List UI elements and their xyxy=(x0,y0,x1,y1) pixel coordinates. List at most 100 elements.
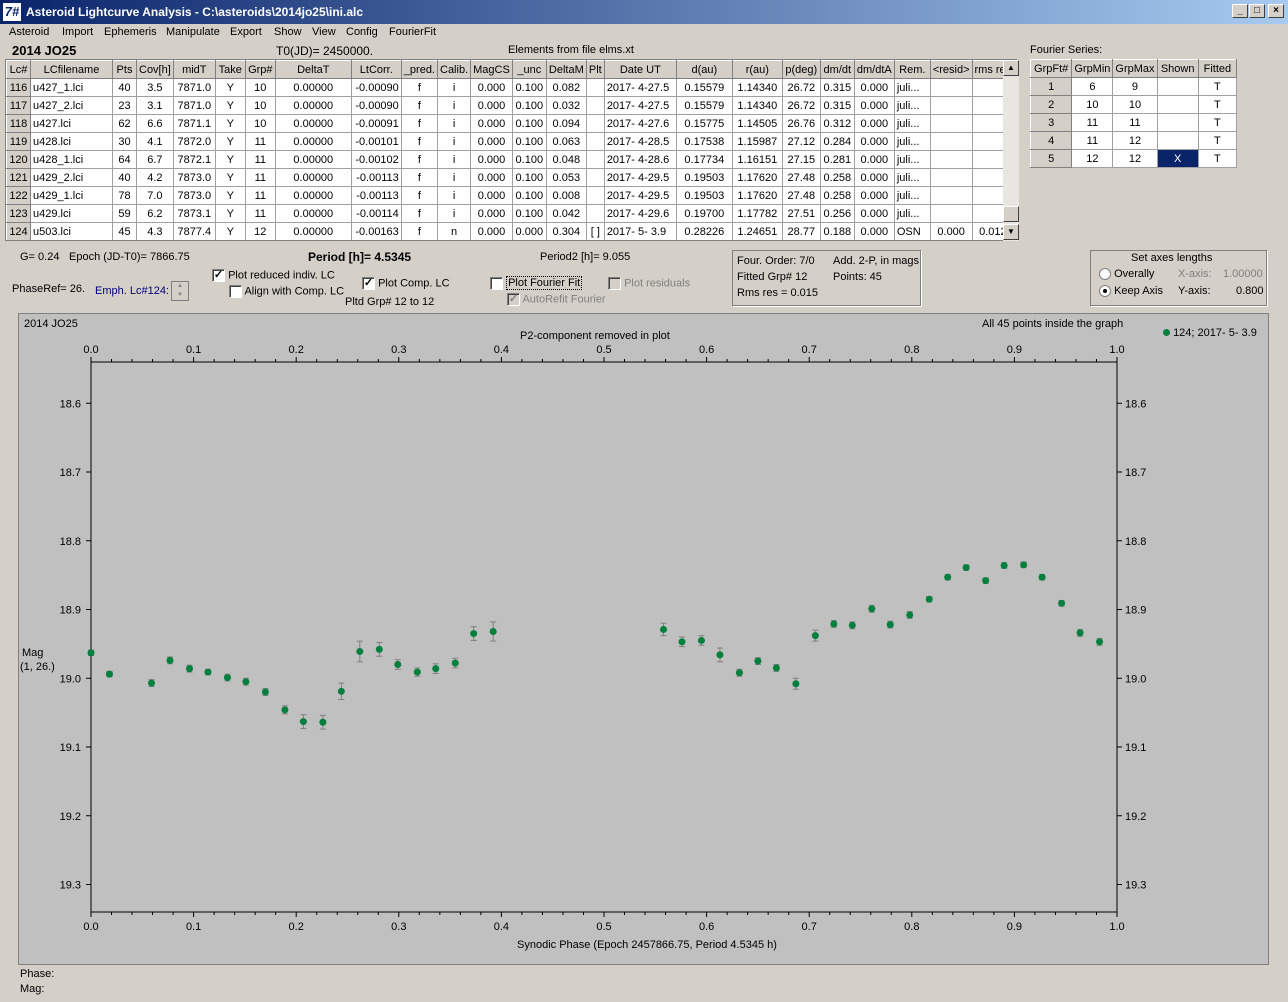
checkbox-checked-icon[interactable]: ✓ xyxy=(212,269,225,282)
radio-selected-icon[interactable] xyxy=(1099,285,1111,298)
y-axis-value[interactable]: 0.800 xyxy=(1236,285,1264,297)
table-cell[interactable]: 7.0 xyxy=(136,186,174,205)
fourier-cell[interactable]: 9 xyxy=(1112,77,1158,96)
table-cell[interactable]: -0.00090 xyxy=(350,78,402,97)
table-cell[interactable]: juli... xyxy=(893,204,931,223)
fourier-cell[interactable]: 11 xyxy=(1112,113,1158,132)
table-cell[interactable]: f xyxy=(400,96,439,115)
table-cell[interactable]: u427_1.lci xyxy=(30,78,113,97)
overally-radio[interactable]: Overally xyxy=(1099,268,1154,281)
table-cell[interactable]: 3.5 xyxy=(136,78,174,97)
scroll-up-button[interactable]: ▲ xyxy=(1003,60,1019,76)
close-button[interactable]: × xyxy=(1268,4,1284,18)
table-cell[interactable]: 0.00000 xyxy=(274,186,352,205)
table-cell[interactable] xyxy=(929,168,973,187)
table-cell[interactable]: 0.100 xyxy=(511,186,547,205)
table-cell[interactable]: Y xyxy=(214,222,246,240)
table-cell[interactable]: f xyxy=(400,222,439,240)
table-cell[interactable]: -0.00090 xyxy=(350,96,402,115)
table-cell[interactable]: 2017- 5- 3.9 xyxy=(603,222,677,240)
fourier-column-header[interactable]: GrpMax xyxy=(1112,59,1158,78)
table-cell[interactable]: 7877.4 xyxy=(172,222,216,240)
table-cell[interactable]: u503.lci xyxy=(30,222,113,240)
menu-export[interactable]: Export xyxy=(230,26,262,38)
table-cell[interactable]: 1.17620 xyxy=(731,186,783,205)
plot-canvas[interactable]: 0.0 0.0 0.1 0.1 0.2 0.2 0.3 0.3 0.4 0.4 0.5 0.5 0.6 0… xyxy=(19,314,1268,964)
table-cell[interactable]: 1.16151 xyxy=(731,150,783,169)
table-cell[interactable]: -0.00101 xyxy=(350,132,402,151)
table-cell[interactable]: juli... xyxy=(893,132,931,151)
checkbox-icon[interactable] xyxy=(490,277,503,290)
table-cell[interactable]: 0.00000 xyxy=(274,222,352,240)
table-cell[interactable]: 2017- 4-29.5 xyxy=(603,186,677,205)
table-cell[interactable] xyxy=(585,186,605,205)
table-cell[interactable] xyxy=(929,150,973,169)
fourier-row[interactable]: 169 T xyxy=(1029,77,1238,96)
table-cell[interactable]: 0.19700 xyxy=(675,204,733,223)
lightcurve-plot[interactable]: 0.0 0.0 0.1 0.1 0.2 0.2 0.3 0.3 0.4 0.4 0.5 0.5 0.6 0… xyxy=(18,313,1269,965)
table-cell[interactable]: Y xyxy=(214,186,246,205)
table-row[interactable]: 124 u503.lci 45 4.3 7877.4 Y 12 0.00000 -0.00163… xyxy=(6,222,1015,240)
column-header[interactable]: p(deg) xyxy=(781,60,821,79)
table-cell[interactable] xyxy=(585,78,605,97)
table-cell[interactable]: 6.7 xyxy=(136,150,174,169)
menu-ephemeris[interactable]: Ephemeris xyxy=(104,26,157,38)
column-header[interactable]: _unc xyxy=(511,60,547,79)
table-cell[interactable]: 11 xyxy=(244,168,276,187)
table-cell[interactable]: i xyxy=(436,78,472,97)
table-cell[interactable]: 0.258 xyxy=(819,168,855,187)
table-cell[interactable]: 10 xyxy=(244,78,276,97)
table-cell[interactable]: OSN xyxy=(893,222,931,240)
table-cell[interactable]: 0.000 xyxy=(853,186,895,205)
table-cell[interactable]: 0.000 xyxy=(853,96,895,115)
table-cell[interactable]: i xyxy=(436,186,472,205)
table-cell[interactable]: 0.00000 xyxy=(274,132,352,151)
table-cell[interactable]: 1.17782 xyxy=(731,204,783,223)
menu-config[interactable]: Config xyxy=(346,26,378,38)
table-cell[interactable]: n xyxy=(436,222,472,240)
fourier-cell[interactable]: X xyxy=(1156,149,1199,168)
table-cell[interactable]: 0.15579 xyxy=(675,96,733,115)
table-cell[interactable]: 23 xyxy=(112,96,137,115)
table-cell[interactable]: juli... xyxy=(893,114,931,133)
table-cell[interactable]: 0.000 xyxy=(470,78,513,97)
row-header[interactable]: 120 xyxy=(6,150,31,169)
table-cell[interactable]: -0.00114 xyxy=(350,204,402,223)
minimize-button[interactable]: _ xyxy=(1232,4,1248,18)
table-cell[interactable]: 7871.1 xyxy=(172,114,216,133)
table-cell[interactable]: 1.17620 xyxy=(731,168,783,187)
table-cell[interactable]: 7872.0 xyxy=(172,132,216,151)
table-cell[interactable]: 0.100 xyxy=(511,204,547,223)
table-cell[interactable]: 11 xyxy=(244,150,276,169)
column-header[interactable]: Date UT xyxy=(603,60,677,79)
table-cell[interactable]: juli... xyxy=(893,150,931,169)
table-cell[interactable]: -0.00091 xyxy=(350,114,402,133)
column-header[interactable]: dm/dtA xyxy=(853,60,895,79)
table-cell[interactable] xyxy=(585,132,605,151)
menu-fourierfit[interactable]: FourierFit xyxy=(389,26,436,38)
table-scrollbar[interactable]: ▲ ▼ xyxy=(1003,60,1019,241)
table-cell[interactable]: 0.00000 xyxy=(274,204,352,223)
table-cell[interactable]: 0.281 xyxy=(819,150,855,169)
column-header[interactable]: LtCorr. xyxy=(350,60,402,79)
table-cell[interactable]: i xyxy=(436,96,472,115)
table-cell[interactable]: 40 xyxy=(112,168,137,187)
table-cell[interactable] xyxy=(585,96,605,115)
table-cell[interactable]: 0.094 xyxy=(545,114,587,133)
table-cell[interactable]: 10 xyxy=(244,96,276,115)
menu-view[interactable]: View xyxy=(312,26,336,38)
fourier-row-header[interactable]: 2 xyxy=(1029,95,1073,114)
table-cell[interactable] xyxy=(929,132,973,151)
table-cell[interactable]: i xyxy=(436,204,472,223)
table-cell[interactable]: 40 xyxy=(112,78,137,97)
table-cell[interactable]: 0.000 xyxy=(470,204,513,223)
table-row[interactable]: 118 u427.lci 62 6.6 7871.1 Y 10 0.00000 -0.00091… xyxy=(6,114,1015,133)
table-cell[interactable]: juli... xyxy=(893,168,931,187)
table-cell[interactable]: 0.042 xyxy=(545,204,587,223)
table-cell[interactable]: f xyxy=(400,114,439,133)
table-cell[interactable]: f xyxy=(400,168,439,187)
table-cell[interactable]: 28.77 xyxy=(781,222,821,240)
table-cell[interactable]: 11 xyxy=(244,132,276,151)
row-header[interactable]: 117 xyxy=(6,96,31,115)
table-cell[interactable]: Y xyxy=(214,204,246,223)
